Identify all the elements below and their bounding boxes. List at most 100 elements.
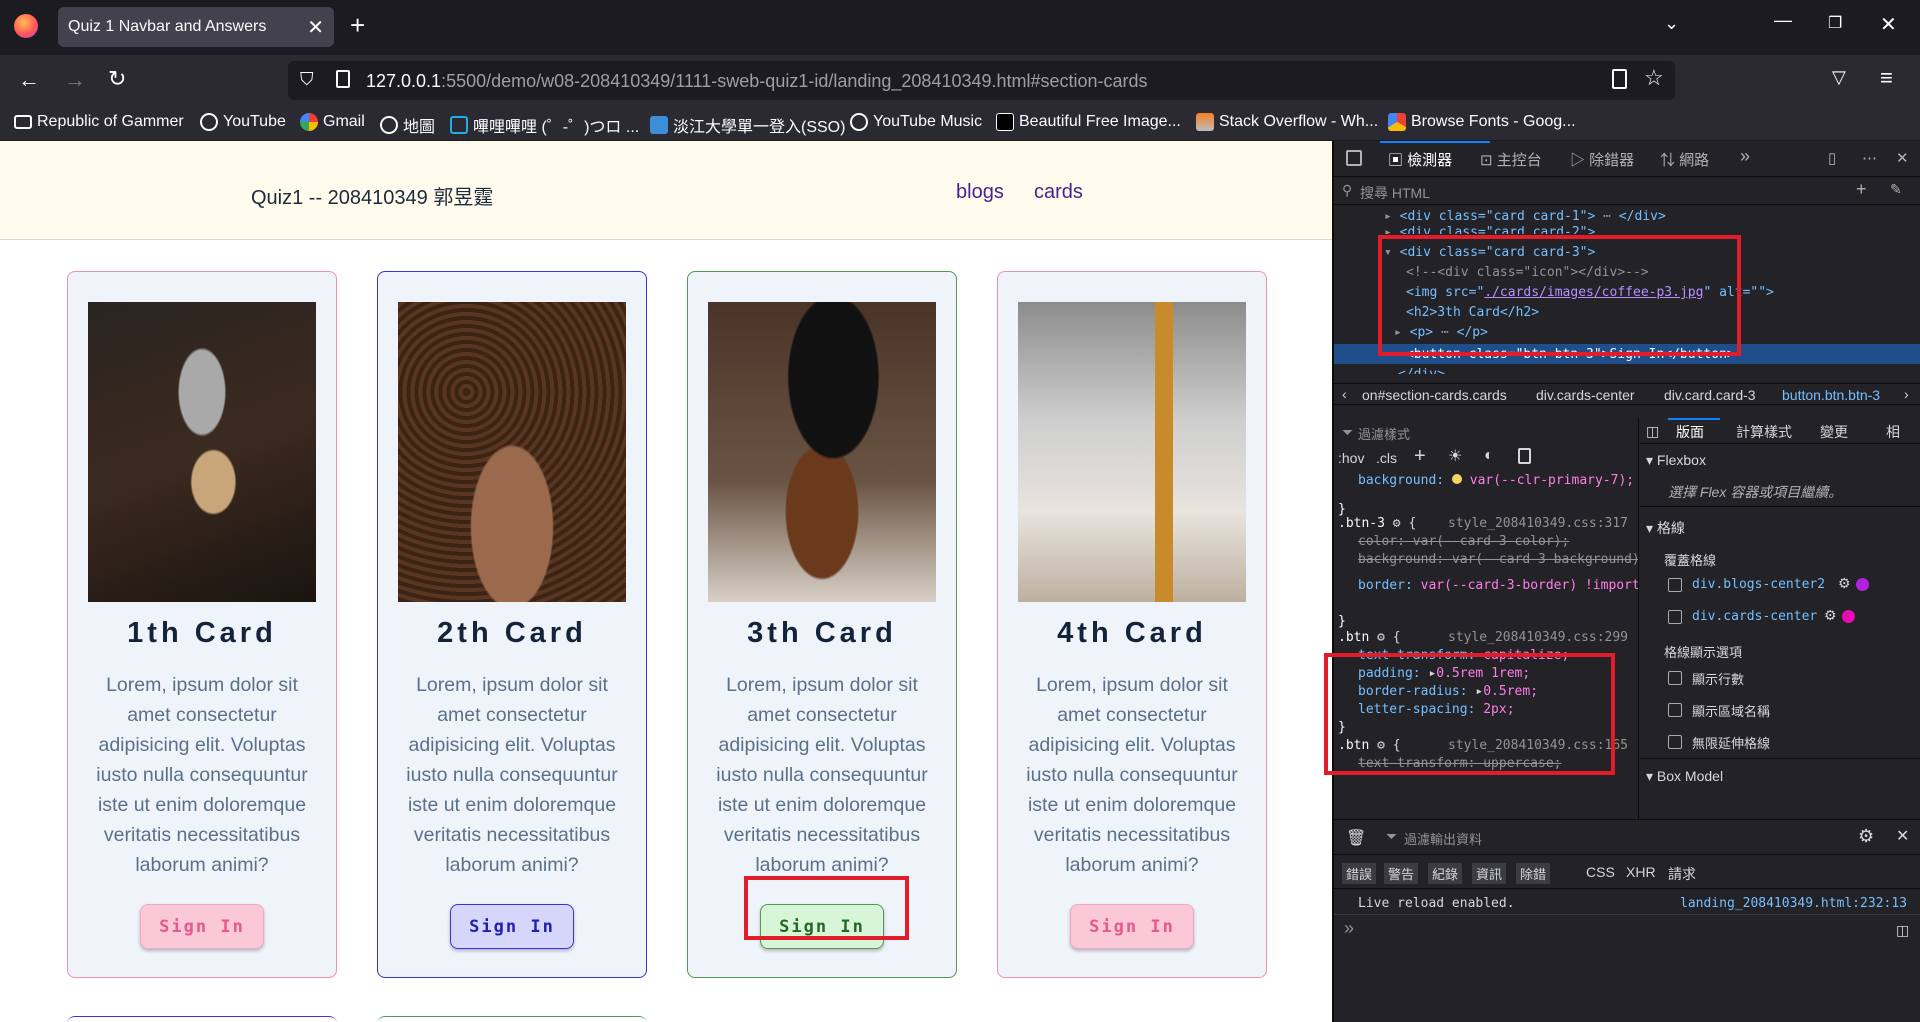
html-node[interactable]: </div> xyxy=(1398,367,1445,374)
css-selector[interactable]: .btn-3 ⚙ { xyxy=(1338,516,1416,531)
console-filter-xhr[interactable]: XHR xyxy=(1626,864,1656,880)
bookmark-item[interactable]: 地圖 xyxy=(380,113,435,137)
breadcrumb-item[interactable]: div.cards-center xyxy=(1536,387,1635,403)
nav-link-cards[interactable]: cards xyxy=(1034,181,1083,204)
sidebar-toggle-icon[interactable]: ◫ xyxy=(1646,423,1659,440)
restore-icon[interactable]: ❐ xyxy=(1828,13,1842,33)
editor-mode-icon[interactable]: ◫ xyxy=(1896,922,1909,939)
css-decl-overridden[interactable]: background: var(--card-3-background); xyxy=(1358,552,1638,567)
console-filter-errors[interactable]: 錯誤 xyxy=(1342,863,1377,884)
sign-in-button[interactable]: Sign In xyxy=(140,904,264,949)
bookmark-item[interactable]: YouTube Music xyxy=(850,113,982,131)
menu-icon[interactable]: ≡ xyxy=(1880,65,1893,91)
new-tab-icon[interactable]: + xyxy=(350,10,365,41)
css-decl[interactable]: border: var(--card-3-border) !important; xyxy=(1358,578,1638,593)
filter-styles-input[interactable]: 過濾樣式 xyxy=(1358,424,1410,443)
console-settings-icon[interactable]: ⚙ xyxy=(1858,826,1874,847)
html-node[interactable]: ▸ <div class="card card-1"> ⋯ </div> xyxy=(1384,209,1666,224)
console-filter-requests[interactable]: 請求 xyxy=(1668,864,1696,884)
console-filter-logs[interactable]: 紀錄 xyxy=(1428,863,1463,884)
reload-icon[interactable]: ↻ xyxy=(108,66,126,92)
grid-color-swatch[interactable] xyxy=(1856,578,1869,591)
breadcrumb-item[interactable]: on#section-cards.cards xyxy=(1362,387,1507,403)
html-node[interactable]: ▸ <div class="card card-2"> xyxy=(1384,225,1595,234)
dark-mode-icon[interactable]: ◐ xyxy=(1484,447,1494,465)
cls-toggle[interactable]: .cls xyxy=(1376,450,1397,466)
more-tabs-icon[interactable]: » xyxy=(1740,146,1750,167)
tab-computed[interactable]: 計算樣式 xyxy=(1736,422,1792,442)
trash-icon[interactable]: 🗑 xyxy=(1346,828,1366,848)
dock-icon[interactable]: ▯ xyxy=(1828,149,1836,167)
bookmark-star-icon[interactable]: ☆ xyxy=(1644,65,1664,91)
html-search-input[interactable]: 搜尋 HTML xyxy=(1360,183,1430,203)
breadcrumb-item[interactable]: button.btn.btn-3 xyxy=(1782,387,1880,403)
bookmark-item[interactable]: Gmail xyxy=(300,113,365,131)
css-decl[interactable]: background: var(--clr-primary-7); xyxy=(1358,473,1634,488)
color-swatch[interactable] xyxy=(1451,474,1462,484)
css-decl-overridden[interactable]: color: var(--card-3-color); xyxy=(1358,534,1569,549)
page-info-icon[interactable] xyxy=(336,70,350,88)
pocket-icon[interactable]: ▽ xyxy=(1832,67,1846,88)
shield-icon[interactable]: ⛉ xyxy=(300,69,314,90)
bookmark-item[interactable]: Beautiful Free Image... xyxy=(996,113,1181,131)
eyedropper-icon[interactable]: ✎ xyxy=(1890,181,1902,198)
tab-network[interactable]: ⇅ 網路 xyxy=(1660,149,1709,170)
gear-icon[interactable]: ⚙ xyxy=(1377,630,1385,645)
minimize-icon[interactable]: — xyxy=(1774,10,1792,31)
tab-console[interactable]: ⊡ 主控台 xyxy=(1480,149,1542,170)
close-devtools-icon[interactable]: ✕ xyxy=(1896,149,1909,167)
console-source-link[interactable]: landing_208410349.html:232:13 xyxy=(1680,896,1907,911)
box-model-header[interactable]: ▾ Box Model xyxy=(1646,768,1723,785)
print-icon[interactable] xyxy=(1518,448,1531,464)
tab-layout[interactable]: 版面 xyxy=(1676,422,1704,442)
tab-debugger[interactable]: ▷ 除錯器 xyxy=(1570,149,1634,170)
gear-icon[interactable]: ⚙ xyxy=(1824,607,1837,624)
list-tabs-icon[interactable]: ⌄ xyxy=(1664,13,1679,34)
tab-more[interactable]: 相 xyxy=(1886,422,1900,442)
grid-checkbox[interactable] xyxy=(1668,578,1682,592)
console-filter-warnings[interactable]: 警告 xyxy=(1384,863,1419,884)
bookmark-item[interactable]: Stack Overflow - Wh... xyxy=(1196,113,1378,131)
flexbox-header[interactable]: ▾ Flexbox xyxy=(1646,452,1706,469)
console-filter-debug[interactable]: 除錯 xyxy=(1516,863,1551,884)
add-node-icon[interactable]: + xyxy=(1856,179,1867,200)
css-selector[interactable]: .btn ⚙ { xyxy=(1338,630,1401,645)
grid-option-checkbox[interactable] xyxy=(1668,703,1682,717)
breadcrumb-item[interactable]: div.card.card-3 xyxy=(1664,387,1756,403)
element-picker-icon[interactable] xyxy=(1346,150,1362,166)
tab-close-icon[interactable]: ✕ xyxy=(307,15,324,40)
url-bar[interactable]: ⛉ 127.0.0.1:5500/demo/w08-208410349/1111… xyxy=(288,61,1675,100)
forward-icon[interactable]: → xyxy=(64,67,86,93)
nav-link-blogs[interactable]: blogs xyxy=(956,181,1004,204)
css-source-link[interactable]: style_208410349.css:317 xyxy=(1448,516,1628,531)
grid-option-checkbox[interactable] xyxy=(1668,671,1682,685)
bookmark-item[interactable]: Republic of Gammer xyxy=(14,113,184,131)
add-rule-icon[interactable]: + xyxy=(1414,445,1426,468)
grid-color-swatch[interactable] xyxy=(1842,610,1855,623)
gear-icon[interactable]: ⚙ xyxy=(1393,516,1401,531)
grid-option-checkbox[interactable] xyxy=(1668,735,1682,749)
light-mode-icon[interactable]: ☀ xyxy=(1448,446,1462,466)
bookmark-item[interactable]: YouTube xyxy=(200,113,286,131)
back-icon[interactable]: ← xyxy=(18,67,40,93)
grid-checkbox[interactable] xyxy=(1668,610,1682,624)
bookmark-item[interactable]: 淡江大學單一登入(SSO) xyxy=(650,113,845,137)
close-window-icon[interactable]: ✕ xyxy=(1880,12,1897,37)
tab-inspector[interactable]: ▣ 檢測器 xyxy=(1388,149,1452,170)
tab-active[interactable]: Quiz 1 Navbar and Answers ✕ xyxy=(58,7,334,47)
reader-view-icon[interactable] xyxy=(1612,69,1627,89)
css-source-link[interactable]: style_208410349.css:299 xyxy=(1448,630,1628,645)
hov-toggle[interactable]: :hov xyxy=(1338,450,1364,466)
grid-header[interactable]: ▾ 格線 xyxy=(1646,518,1685,538)
console-prompt-icon[interactable]: » xyxy=(1344,918,1354,939)
sign-in-button[interactable]: Sign In xyxy=(1070,904,1194,949)
breadcrumb-right-icon[interactable]: › xyxy=(1904,386,1909,402)
more-options-icon[interactable]: ⋯ xyxy=(1862,149,1877,167)
gear-icon[interactable]: ⚙ xyxy=(1838,575,1851,592)
bookmark-item[interactable]: 嗶哩嗶哩 (゜-゜)つロ ... xyxy=(450,113,639,137)
console-filter-css[interactable]: CSS xyxy=(1586,864,1615,880)
console-filter-input[interactable]: 過濾輸出資料 xyxy=(1404,829,1482,848)
close-console-icon[interactable]: ✕ xyxy=(1896,826,1909,846)
sign-in-button[interactable]: Sign In xyxy=(450,904,574,949)
tab-changes[interactable]: 變更 xyxy=(1820,422,1848,442)
